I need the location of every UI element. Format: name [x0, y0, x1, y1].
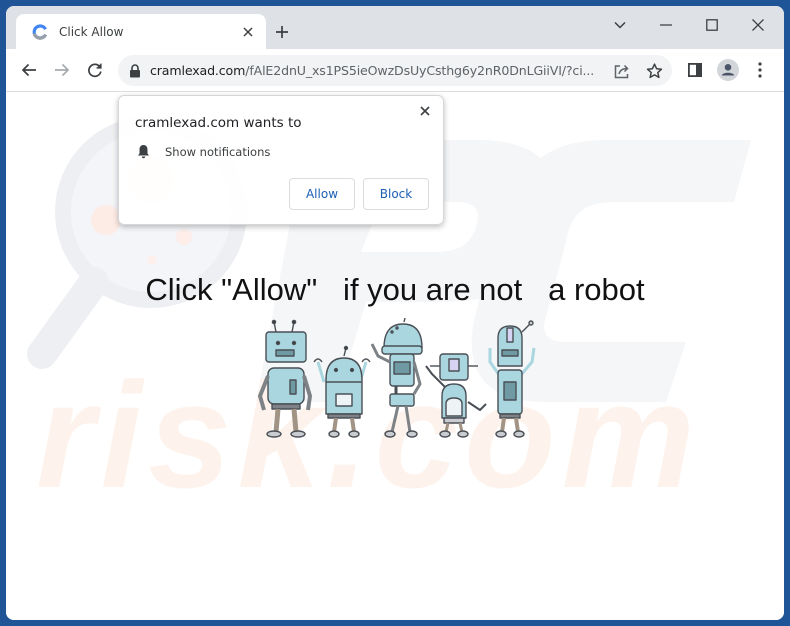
url-path: /fAlE2dnU_xs1PS5ieOwzDsUyCsthg6y2nR0DnLG… — [245, 63, 595, 78]
address-bar[interactable]: cramlexad.com/fAlE2dnU_xs1PS5ieOwzDsUyCs… — [118, 55, 672, 86]
robot-4 — [425, 353, 487, 438]
reload-button[interactable] — [81, 56, 109, 84]
bookmark-button[interactable] — [642, 59, 666, 83]
tab-search-button[interactable] — [597, 10, 643, 40]
loading-favicon-icon — [32, 23, 48, 40]
reload-icon — [88, 63, 102, 78]
robot-1 — [258, 319, 312, 438]
popup-close-button[interactable] — [415, 101, 435, 121]
forward-button[interactable] — [48, 56, 76, 84]
maximize-icon — [706, 19, 718, 31]
star-icon — [646, 63, 662, 79]
side-panel-icon — [688, 63, 702, 77]
robot-5 — [488, 320, 536, 438]
tab-strip: Click Allow — [6, 6, 784, 49]
popup-title: cramlexad.com wants to — [135, 115, 302, 131]
bell-icon — [138, 145, 149, 159]
close-window-button[interactable] — [735, 10, 781, 40]
page-content: risk.com Click "Allow" if you are not a … — [6, 92, 784, 620]
minimize-icon — [660, 24, 672, 26]
tab-title: Click Allow — [59, 24, 124, 39]
side-panel-button[interactable] — [681, 56, 709, 84]
permission-label: Show notifications — [165, 144, 271, 159]
toolbar: cramlexad.com/fAlE2dnU_xs1PS5ieOwzDsUyCs… — [6, 49, 784, 92]
robot-2 — [313, 345, 371, 438]
browser-window: Click Allow cramlexad.com/fAlE2dnU_xs1PS… — [6, 6, 784, 620]
profile-button[interactable] — [714, 56, 742, 84]
arrow-right-icon — [55, 63, 70, 77]
back-button[interactable] — [15, 56, 43, 84]
minimize-button[interactable] — [643, 10, 689, 40]
url-host: cramlexad.com — [150, 63, 246, 78]
arrow-left-icon — [21, 63, 36, 77]
new-tab-button[interactable] — [270, 20, 294, 44]
tab-close-button[interactable] — [238, 22, 258, 42]
block-button[interactable]: Block — [363, 178, 429, 210]
share-button[interactable] — [610, 59, 634, 83]
robot-3 — [370, 318, 423, 438]
allow-button[interactable]: Allow — [289, 178, 355, 210]
close-icon — [752, 19, 764, 31]
chevron-down-icon — [614, 21, 626, 29]
profile-avatar-icon — [717, 59, 739, 81]
page-headline: Click "Allow" if you are not a robot — [145, 272, 645, 307]
robots-illustration — [258, 318, 536, 438]
kebab-menu-icon — [758, 62, 762, 78]
url-text[interactable]: cramlexad.com/fAlE2dnU_xs1PS5ieOwzDsUyCs… — [150, 63, 594, 78]
notification-permission-popup: cramlexad.com wants to Show notification… — [118, 95, 444, 225]
plus-icon — [276, 26, 288, 38]
menu-button[interactable] — [746, 56, 774, 84]
close-icon — [243, 26, 253, 37]
lock-icon[interactable] — [129, 63, 141, 78]
close-icon — [420, 106, 430, 116]
permission-row: Show notifications — [137, 144, 270, 159]
tab-active[interactable]: Click Allow — [16, 14, 266, 49]
maximize-button[interactable] — [689, 10, 735, 40]
share-icon — [614, 64, 629, 78]
